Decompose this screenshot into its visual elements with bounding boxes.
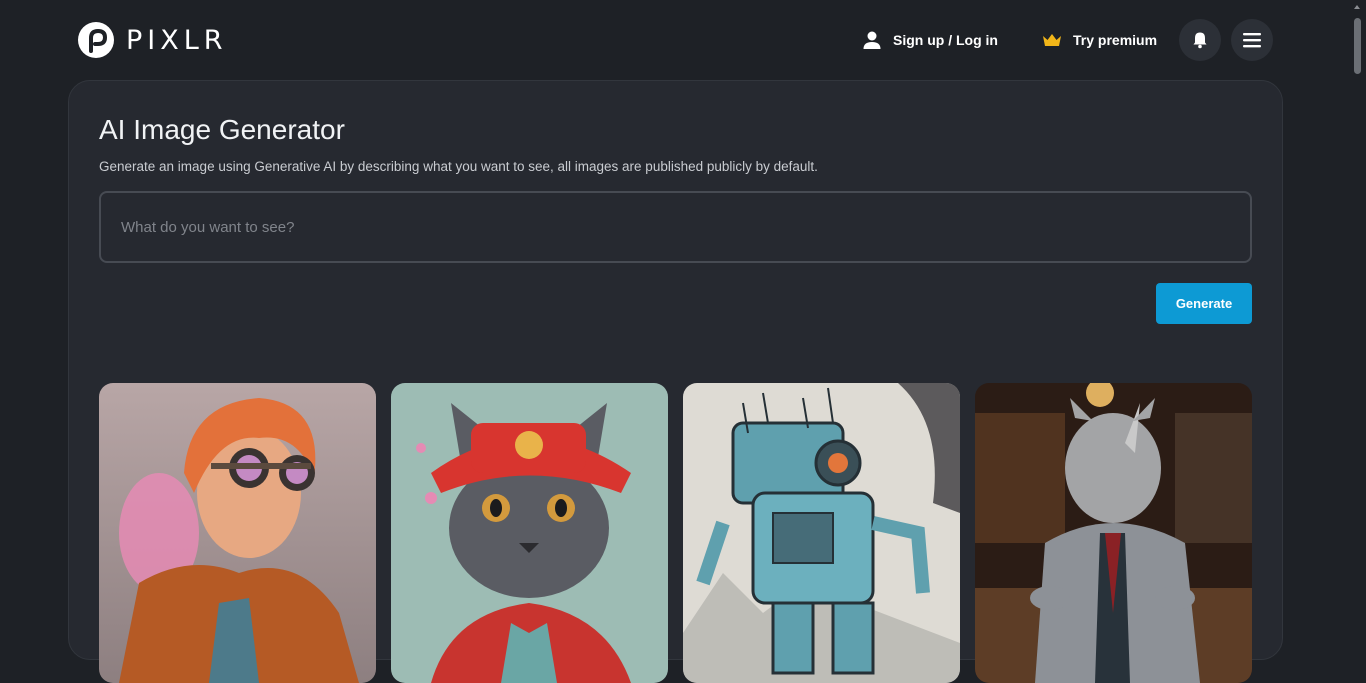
user-icon bbox=[863, 31, 881, 49]
page-title: AI Image Generator bbox=[99, 114, 345, 145]
premium-label: Try premium bbox=[1073, 32, 1158, 48]
signin-link[interactable]: Sign up / Log in bbox=[862, 28, 998, 52]
generator-panel: AI Image Generator Generate an image usi… bbox=[68, 80, 1283, 683]
gallery-item-blue-robot[interactable] bbox=[683, 383, 960, 683]
page-scrollbar[interactable] bbox=[1349, 0, 1366, 641]
gallery-item-rhino-suit[interactable] bbox=[975, 383, 1252, 683]
page-subtitle: Generate an image using Generative AI by… bbox=[99, 159, 818, 174]
blue-robot-image bbox=[683, 383, 960, 683]
signin-label: Sign up / Log in bbox=[893, 32, 998, 48]
pixlr-logo-mark-icon bbox=[78, 22, 114, 58]
scroll-thumb[interactable] bbox=[1354, 18, 1361, 74]
try-premium-link[interactable]: Try premium bbox=[1042, 28, 1157, 52]
top-header: PIXLR Sign up / Log in Try premium bbox=[0, 0, 1349, 80]
main-menu-button[interactable] bbox=[1231, 19, 1273, 61]
crown-icon bbox=[1043, 34, 1061, 46]
hamburger-menu-icon bbox=[1243, 33, 1261, 48]
rhino-suit-image bbox=[975, 383, 1252, 683]
bell-icon bbox=[1193, 32, 1207, 49]
prompt-input[interactable] bbox=[99, 191, 1252, 263]
gallery-item-cat-red-hat[interactable] bbox=[391, 383, 668, 683]
generate-button[interactable]: Generate bbox=[1156, 283, 1252, 324]
scroll-up-arrow-icon[interactable] bbox=[1354, 5, 1360, 9]
gallery-item-steampunk-boy[interactable] bbox=[99, 383, 376, 683]
logo-text: PIXLR bbox=[126, 24, 228, 56]
pixlr-logo[interactable]: PIXLR bbox=[78, 22, 228, 58]
cat-red-hat-image bbox=[391, 383, 668, 683]
steampunk-boy-image bbox=[99, 383, 376, 683]
notifications-button[interactable] bbox=[1179, 19, 1221, 61]
